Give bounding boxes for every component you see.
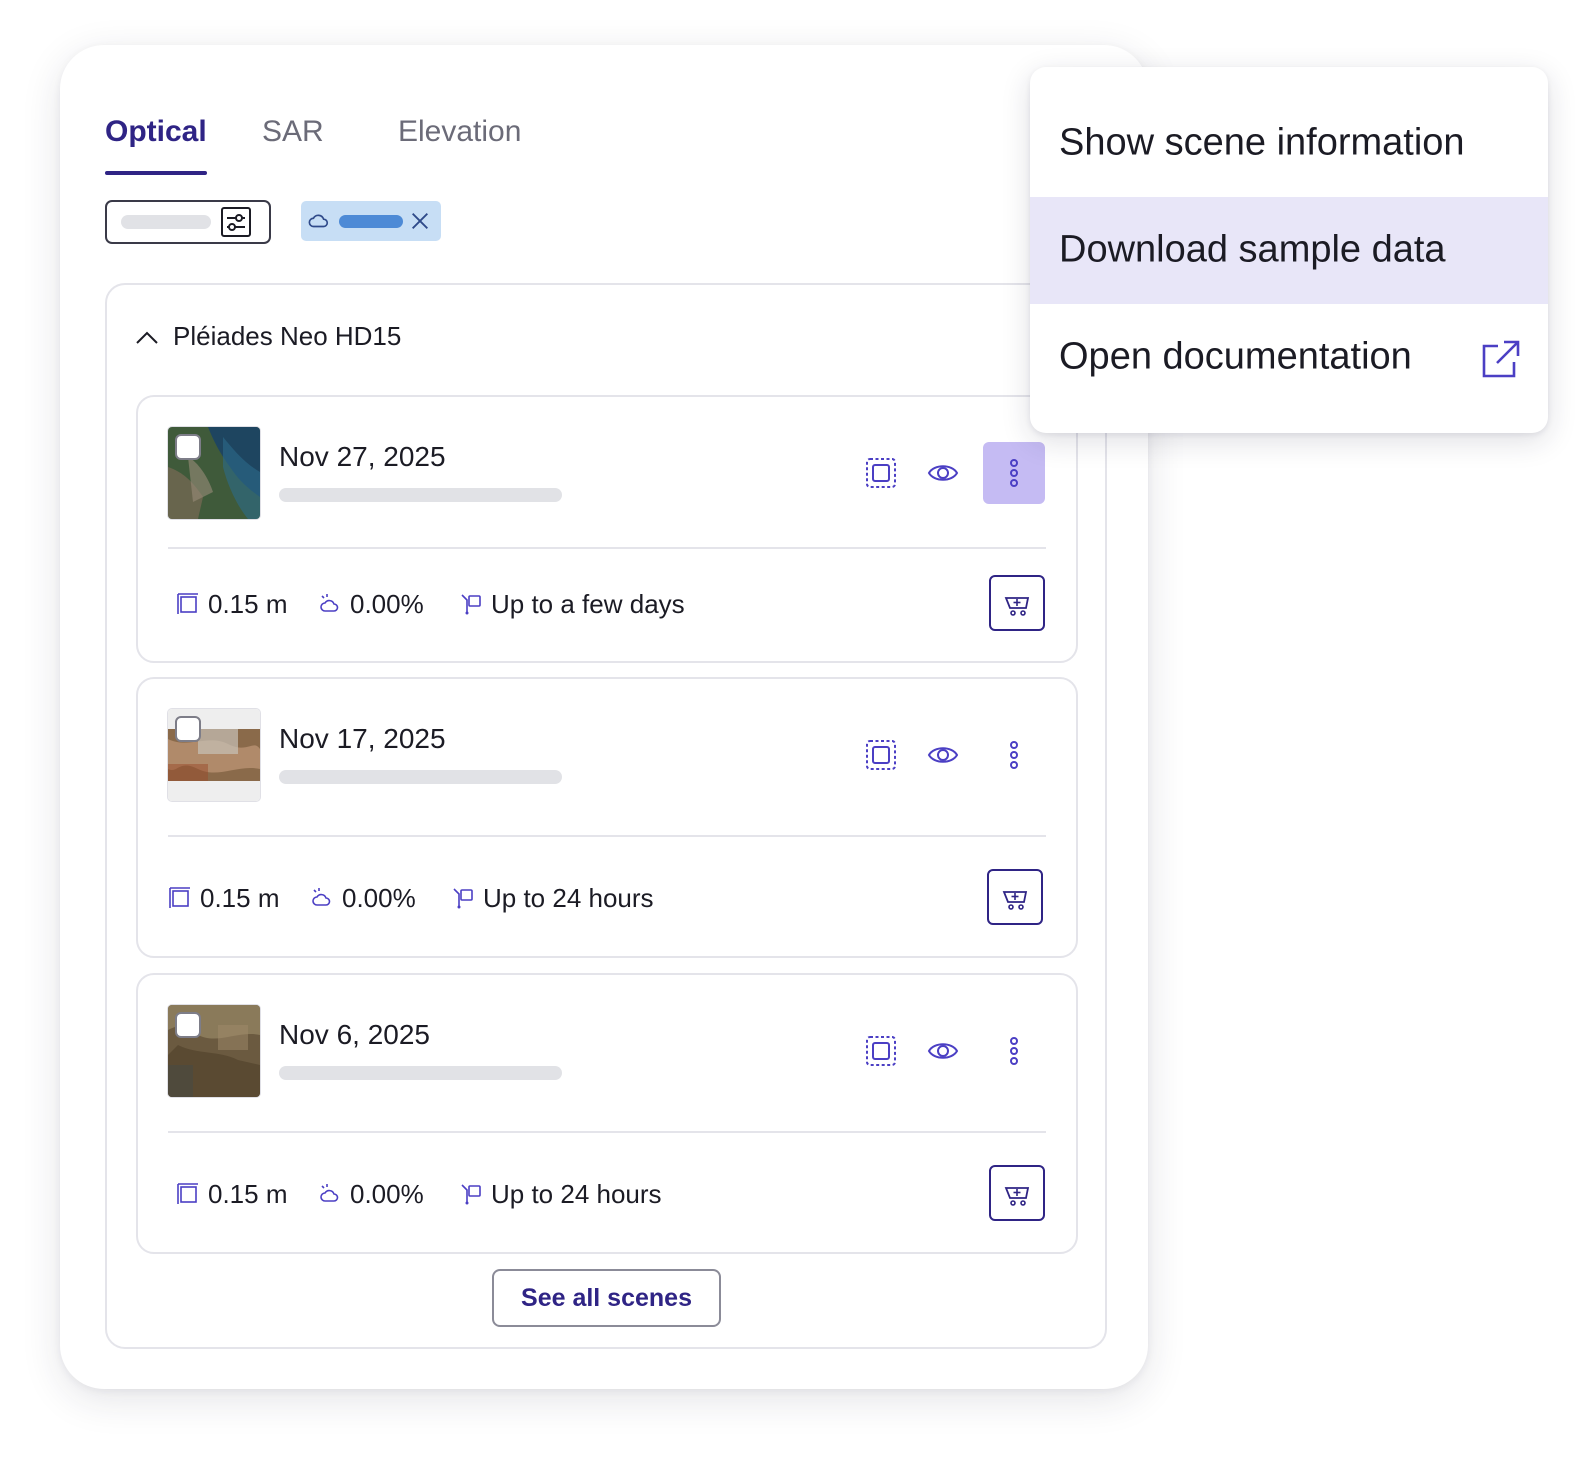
cloud-cover-value: 0.00% <box>342 883 416 913</box>
more-vertical-icon <box>1010 741 1018 769</box>
scene-context-menu: Show scene information Download sample d… <box>1030 67 1548 433</box>
eye-icon <box>927 747 959 763</box>
delivery-icon <box>461 594 481 615</box>
chip-value-bar <box>339 215 403 228</box>
resolution-icon <box>177 1183 198 1204</box>
menu-item-label: Open documentation <box>1059 335 1412 378</box>
scene-checkbox[interactable] <box>175 716 201 742</box>
footprint-icon <box>866 1036 896 1066</box>
cloud-sun-icon <box>320 594 339 612</box>
delivery-value: Up to a few days <box>491 589 685 619</box>
scene-date: Nov 6, 2025 <box>279 1019 430 1050</box>
resolution-icon <box>169 887 190 908</box>
preview-button[interactable] <box>912 724 974 786</box>
add-to-cart-button[interactable] <box>987 869 1043 925</box>
card-divider <box>168 547 1046 549</box>
filter-input[interactable] <box>105 200 271 244</box>
cloud-sun-icon <box>320 1184 339 1202</box>
scene-subtitle-bar <box>279 770 562 784</box>
menu-item-show-scene-information[interactable]: Show scene information <box>1030 90 1548 197</box>
scene-thumbnail <box>168 427 260 519</box>
eye-icon <box>927 465 959 481</box>
resolution-value: 0.15 m <box>200 883 280 913</box>
footprint-button[interactable] <box>850 724 912 786</box>
footprint-button[interactable] <box>850 1020 912 1082</box>
resolution-icon <box>177 593 198 614</box>
more-options-button[interactable] <box>983 724 1045 786</box>
cloud-filter-chip[interactable] <box>301 201 441 241</box>
see-all-scenes-button[interactable]: See all scenes <box>492 1269 721 1327</box>
cart-add-icon <box>1004 1187 1030 1206</box>
delivery-value: Up to 24 hours <box>483 883 654 913</box>
cloud-cover-value: 0.00% <box>350 589 424 619</box>
scene-checkbox[interactable] <box>175 434 201 460</box>
resolution-value: 0.15 m <box>208 1179 288 1209</box>
scene-date: Nov 27, 2025 <box>279 441 446 472</box>
menu-item-label: Show scene information <box>1059 121 1465 164</box>
tab-optical[interactable]: Optical <box>105 115 207 175</box>
add-to-cart-button[interactable] <box>989 1165 1045 1221</box>
cloud-sun-icon <box>312 888 331 906</box>
footprint-button[interactable] <box>850 442 912 504</box>
scene-checkbox[interactable] <box>175 1012 201 1038</box>
tab-sar[interactable]: SAR <box>262 115 324 175</box>
external-link-icon <box>1482 340 1520 378</box>
cart-add-icon <box>1002 891 1028 910</box>
scene-subtitle-bar <box>279 1066 562 1080</box>
preview-button[interactable] <box>912 442 974 504</box>
scene-date: Nov 17, 2025 <box>279 723 446 754</box>
more-options-button[interactable] <box>983 1020 1045 1082</box>
close-icon[interactable] <box>409 210 431 232</box>
settings-sliders-icon[interactable] <box>220 206 252 238</box>
scene-card: Nov 17, 2025 0.15 m 0.00% Up to 24 hours <box>136 677 1078 958</box>
footprint-icon <box>866 458 896 488</box>
delivery-icon <box>453 888 473 909</box>
group-title: Pléiades Neo HD15 <box>173 321 402 351</box>
more-vertical-icon <box>1010 459 1018 487</box>
scene-search-panel: Optical SAR Elevation Pléiades Neo HD15 <box>60 45 1148 1389</box>
resolution-value: 0.15 m <box>208 589 288 619</box>
menu-item-download-sample-data[interactable]: Download sample data <box>1030 197 1548 304</box>
menu-item-open-documentation[interactable]: Open documentation <box>1030 304 1548 411</box>
more-options-button[interactable] <box>983 442 1045 504</box>
cloud-cover-value: 0.00% <box>350 1179 424 1209</box>
chevron-up-icon[interactable] <box>135 327 159 347</box>
cloud-icon <box>308 214 329 228</box>
delivery-icon <box>461 1184 481 1205</box>
delivery-value: Up to 24 hours <box>491 1179 662 1209</box>
card-divider <box>168 1131 1046 1133</box>
eye-icon <box>927 1043 959 1059</box>
scene-thumbnail <box>168 1005 260 1097</box>
cart-add-icon <box>1004 597 1030 616</box>
tab-elevation[interactable]: Elevation <box>398 115 521 175</box>
more-vertical-icon <box>1010 1037 1018 1065</box>
scene-thumbnail <box>168 709 260 801</box>
add-to-cart-button[interactable] <box>989 575 1045 631</box>
scene-card: Nov 27, 2025 0.15 m 0.00% Up to a few da… <box>136 395 1078 663</box>
tab-bar: Optical SAR Elevation <box>105 115 805 180</box>
preview-button[interactable] <box>912 1020 974 1082</box>
menu-item-label: Download sample data <box>1059 228 1446 271</box>
scene-subtitle-bar <box>279 488 562 502</box>
footprint-icon <box>866 740 896 770</box>
constellation-group: Pléiades Neo HD15 Nov 27, 2025 0.15 m 0.… <box>105 283 1107 1349</box>
filter-placeholder-bar <box>121 215 211 229</box>
scene-card: Nov 6, 2025 0.15 m 0.00% Up to 24 hours <box>136 973 1078 1254</box>
card-divider <box>168 835 1046 837</box>
